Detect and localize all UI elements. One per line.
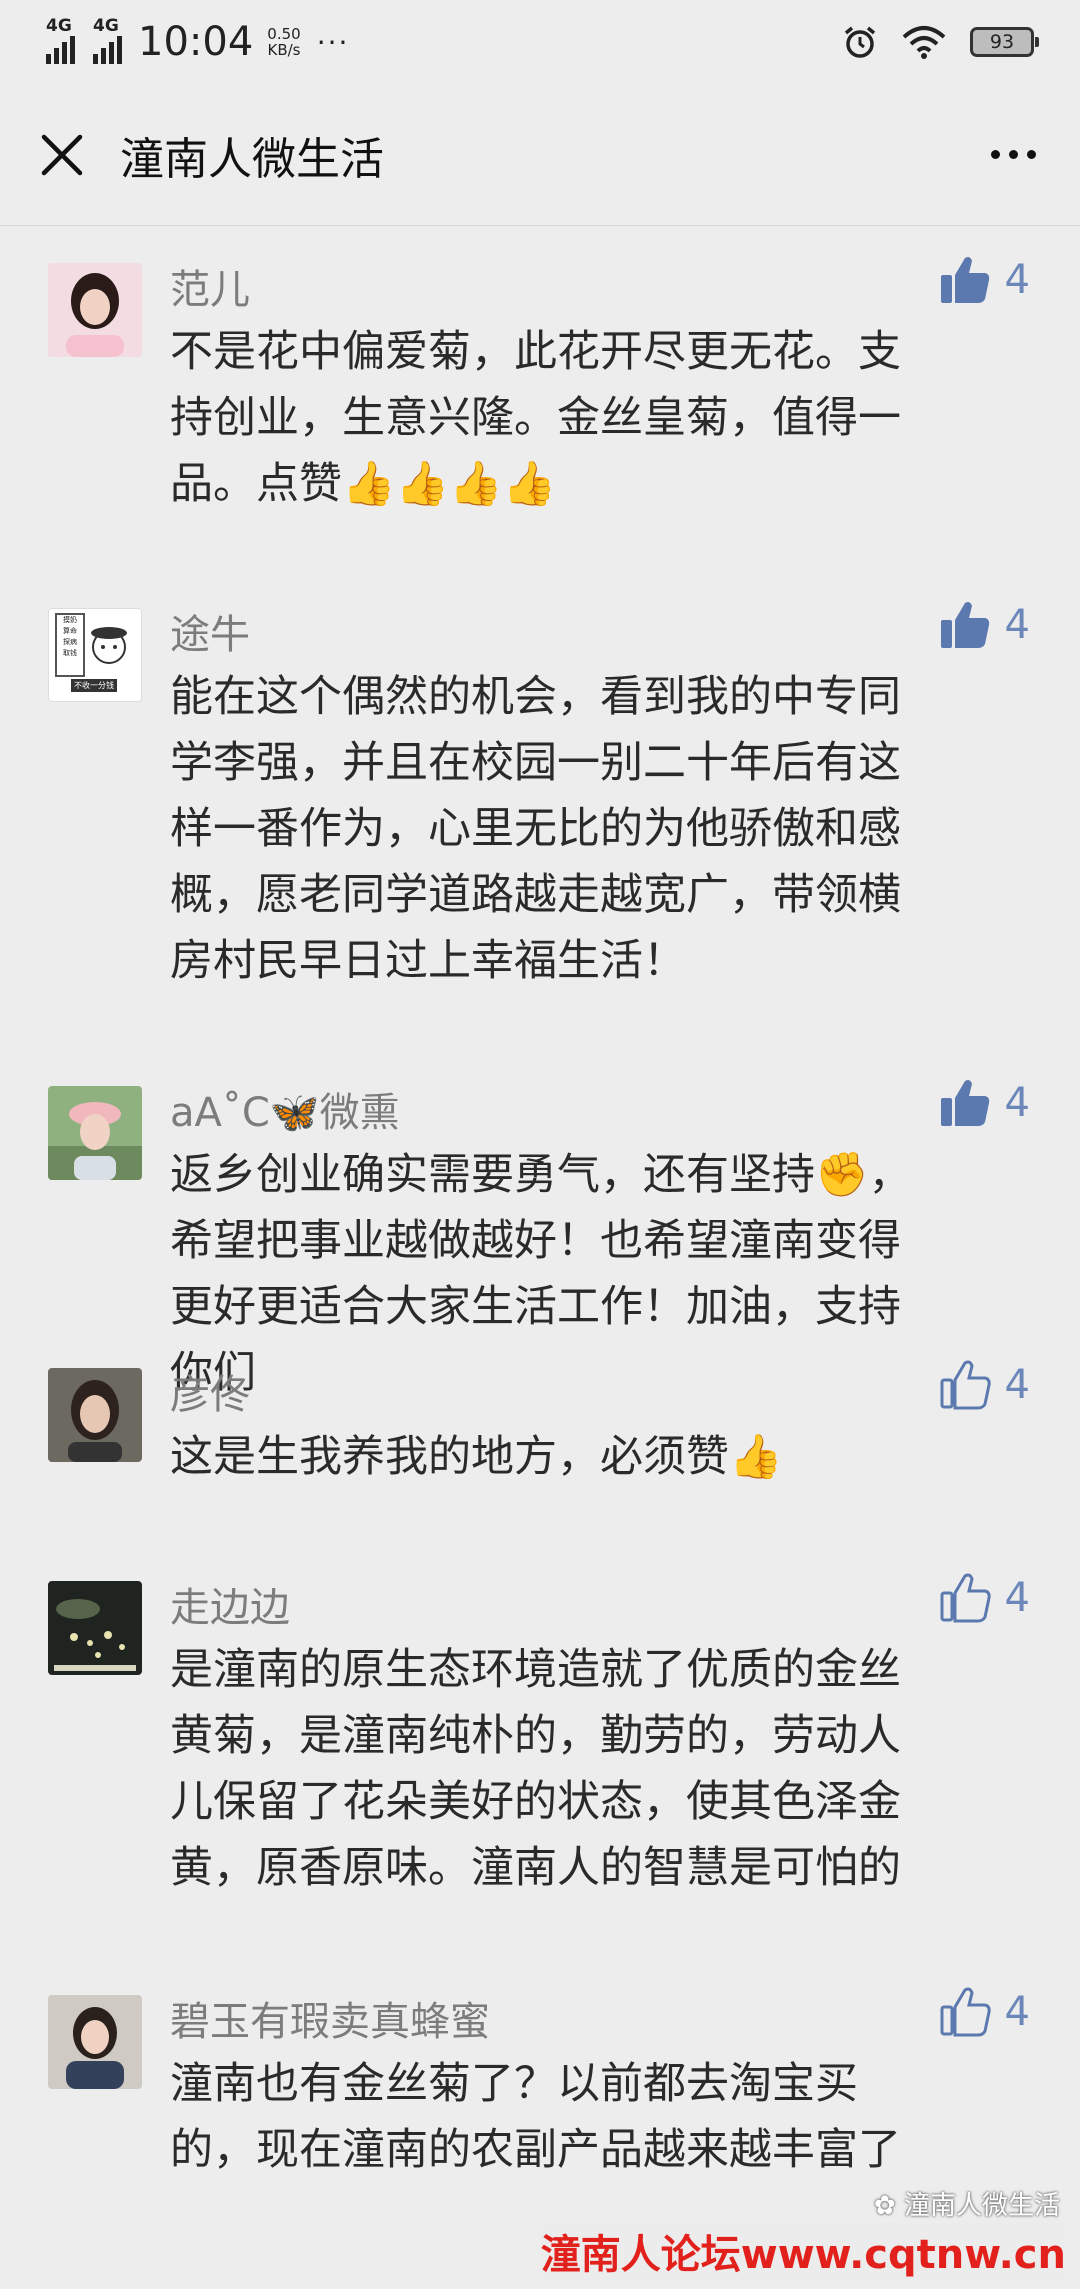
comment-item: 摸奶 算命 探病 取钱 不收一分钱 途牛 4 能在这个偶然的机会，看到我的中专同…: [0, 572, 1080, 1047]
more-dot: [1027, 150, 1036, 159]
status-right: 93: [842, 24, 1039, 60]
comment-text: 能在这个偶然的机会，看到我的中专同 学李强，并且在校园一别二十年后有这 样一番作…: [170, 664, 1020, 994]
avatar[interactable]: [48, 1995, 142, 2089]
commenter-name[interactable]: 范儿: [170, 257, 250, 315]
site-watermark: 潼南人论坛www.cqtnw.cn: [540, 2222, 1066, 2280]
speed-value: 0.50: [267, 25, 301, 43]
commenter-name[interactable]: aA˚C🦋微熏: [170, 1080, 400, 1138]
comment-line: 房村民早日过上幸福生活！: [170, 936, 686, 986]
comment-line: 样一番作为，心里无比的为他骄傲和感: [170, 804, 901, 854]
comment-text: 不是花中偏爱菊，此花开尽更无花。支 持创业，生意兴隆。金丝皇菊，值得一 品。点赞…: [170, 319, 1020, 517]
close-icon: [41, 134, 83, 175]
comment-line: 返乡创业确实需要勇气，还有坚持✊，: [170, 1150, 912, 1200]
like-button[interactable]: 4: [939, 1078, 1030, 1128]
comment-item: 范儿 4 不是花中偏爱菊，此花开尽更无花。支 持创业，生意兴隆。金丝皇菊，值得一…: [0, 227, 1080, 567]
battery-level: 93: [989, 31, 1015, 53]
commenter-name[interactable]: 彦佟: [170, 1362, 250, 1420]
more-options-button[interactable]: [991, 150, 1036, 159]
watermark-account: 潼南人微生活: [903, 2191, 1060, 2221]
like-button[interactable]: 4: [939, 600, 1030, 650]
wechat-icon: ✿: [873, 2191, 904, 2221]
commenter-name[interactable]: 走边边: [170, 1575, 290, 1633]
comment-line: 更好更适合大家生活工作！加油，支持: [170, 1282, 901, 1332]
comment-line: 是潼南的原生态环境造就了优质的金丝: [170, 1645, 901, 1695]
avatar[interactable]: [48, 1581, 142, 1675]
avatar[interactable]: [48, 1368, 142, 1462]
alarm-icon: [844, 26, 876, 58]
like-count: 4: [1004, 1989, 1030, 2035]
avatar[interactable]: [48, 1086, 142, 1180]
like-count: 4: [1004, 602, 1030, 648]
wifi-icon: [902, 26, 946, 59]
thumbs-up-filled-icon: [940, 257, 989, 303]
status-bar: 4G 4G 10:04 0.50 KB/s ··· 93: [0, 0, 1080, 84]
comment-line: 能在这个偶然的机会，看到我的中专同: [170, 672, 901, 722]
clock: 10:04: [138, 19, 254, 65]
comment-line: 希望把事业越做越好！也希望潼南变得: [170, 1216, 901, 1266]
comment-text: 是潼南的原生态环境造就了优质的金丝 黄菊，是潼南纯朴的，勤劳的，劳动人 儿保留了…: [170, 1637, 1020, 1901]
avatar-portrait: [48, 1995, 142, 2089]
close-button[interactable]: [32, 125, 92, 185]
comment-line: 潼南也有金丝菊了？以前都去淘宝买: [170, 2059, 858, 2109]
more-dot: [1009, 150, 1018, 159]
comment-line: 这是生我养我的地方，必须赞👍: [170, 1432, 783, 1482]
like-button[interactable]: 4: [939, 255, 1030, 305]
avatar-portrait: [48, 263, 142, 357]
like-button[interactable]: 4: [939, 1360, 1030, 1410]
comment-text: 潼南也有金丝菊了？以前都去淘宝买 的，现在潼南的农副产品越来越丰富了: [170, 2051, 1020, 2183]
comment-line: 黄菊，是潼南纯朴的，勤劳的，劳动人: [170, 1711, 901, 1761]
speed-unit: KB/s: [267, 41, 301, 59]
avatar-portrait: [48, 1086, 142, 1180]
more-dot: [991, 150, 1000, 159]
like-count: 4: [1004, 257, 1030, 303]
comment-line: 儿保留了花朵美好的状态，使其色泽金: [170, 1777, 901, 1827]
thumbs-up-filled-icon: [940, 1080, 989, 1126]
thumbs-up-outline-icon: [940, 1360, 991, 1410]
like-button[interactable]: 4: [939, 1573, 1030, 1623]
comment-line: 概，愿老同学道路越走越宽广，带领横: [170, 870, 901, 920]
battery-icon: 93: [970, 27, 1039, 57]
comment-text: 这是生我养我的地方，必须赞👍: [170, 1424, 1020, 1490]
comment-item: 走边边 4 是潼南的原生态环境造就了优质的金丝 黄菊，是潼南纯朴的，勤劳的，劳动…: [0, 1545, 1080, 1955]
avatar-portrait: [48, 1368, 142, 1462]
more-notifications-icon: ···: [316, 25, 350, 59]
commenter-name[interactable]: 途牛: [170, 602, 250, 660]
signal-icon-2: 4G: [93, 16, 122, 64]
page-title: 潼南人微生活: [120, 133, 384, 185]
avatar-caption: 不收一分钱: [71, 679, 117, 692]
avatar-photo: [48, 1581, 142, 1675]
like-button[interactable]: 4: [939, 1987, 1030, 2037]
account-watermark: ✿ 潼南人微生活: [874, 2185, 1060, 2222]
signal-icon-1: 4G: [46, 16, 75, 64]
comment-line: 品。点赞👍👍👍👍: [170, 459, 557, 509]
thumbs-up-outline-icon: [940, 1987, 991, 2037]
network-type-2: 4G: [93, 16, 119, 36]
thumbs-up-filled-icon: [940, 602, 989, 648]
network-speed: 0.50 KB/s: [267, 26, 300, 58]
comment-item: 彦佟 4 这是生我养我的地方，必须赞👍: [0, 1332, 1080, 1542]
comment-line: 黄，原香原味。潼南人的智慧是可怕的: [170, 1843, 901, 1893]
status-left: 4G 4G 10:04 0.50 KB/s ···: [46, 16, 350, 65]
avatar[interactable]: 摸奶 算命 探病 取钱 不收一分钱: [48, 608, 142, 702]
avatar[interactable]: [48, 263, 142, 357]
comment-line: 的，现在潼南的农副产品越来越丰富了: [170, 2125, 901, 2175]
title-bar: 潼南人微生活: [0, 84, 1080, 226]
comment-line: 持创业，生意兴隆。金丝皇菊，值得一: [170, 393, 901, 443]
like-count: 4: [1004, 1575, 1030, 1621]
commenter-name[interactable]: 碧玉有瑕卖真蜂蜜: [170, 1989, 490, 2047]
network-type-1: 4G: [46, 16, 72, 36]
thumbs-up-outline-icon: [940, 1573, 991, 1623]
like-count: 4: [1004, 1362, 1030, 1408]
like-count: 4: [1004, 1080, 1030, 1126]
comment-line: 不是花中偏爱菊，此花开尽更无花。支: [170, 327, 901, 377]
comment-line: 学李强，并且在校园一别二十年后有这: [170, 738, 901, 788]
